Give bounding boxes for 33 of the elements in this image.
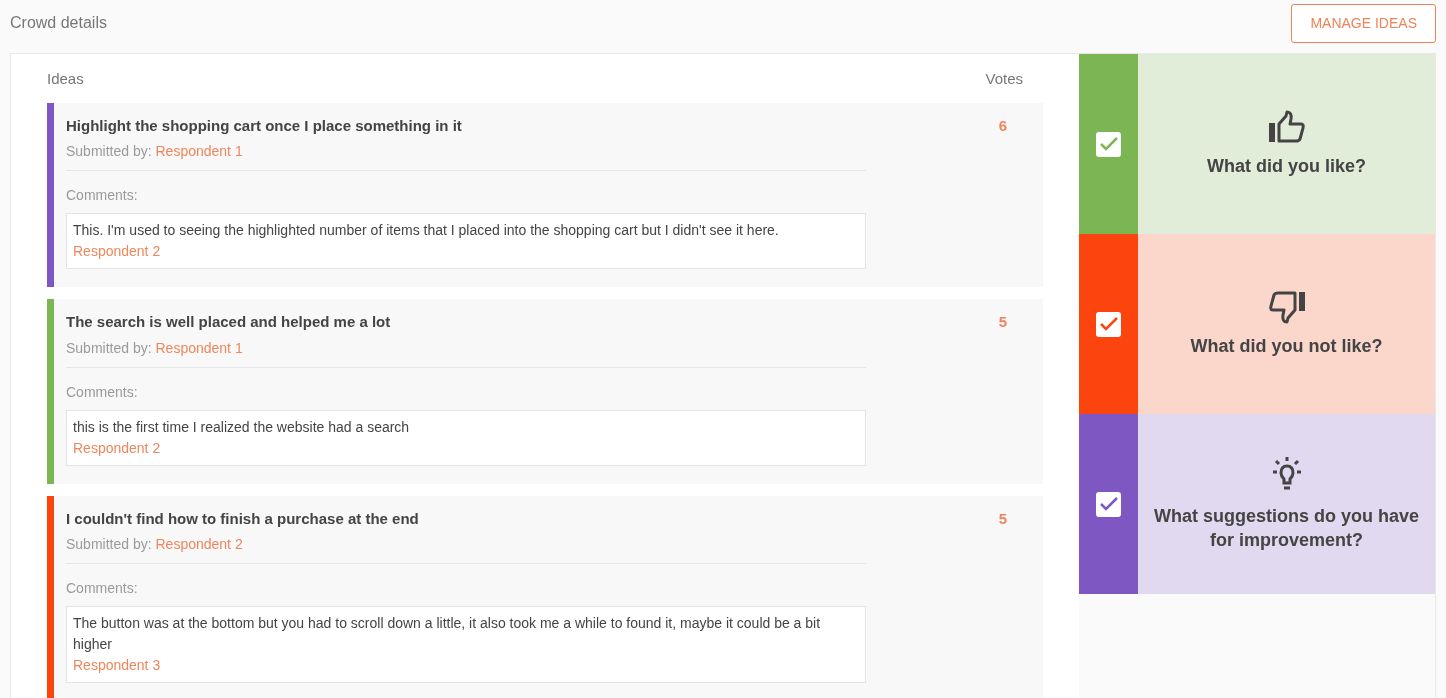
vote-count: 5	[998, 313, 1007, 330]
thumbs-down-icon	[1267, 290, 1306, 324]
manage-ideas-button[interactable]: MANAGE IDEAS	[1291, 4, 1436, 43]
respondent-link[interactable]: Respondent 3	[73, 657, 161, 673]
category-label: What did you not like?	[1190, 335, 1383, 358]
respondent-link[interactable]: Respondent 2	[73, 439, 161, 456]
comments-label: Comments:	[66, 382, 139, 402]
comment-text: this is the first time I realized the website had a search	[73, 417, 411, 437]
page-title: Crowd details	[10, 13, 107, 33]
submitted-label: Submitted by:	[66, 536, 152, 552]
submitted-label: Submitted by:	[66, 339, 152, 356]
column-header: Votes	[985, 69, 1023, 89]
checkbox[interactable]	[1096, 131, 1121, 157]
respondent-link[interactable]: Respondent 1	[155, 143, 243, 159]
comments-label: Comments:	[66, 579, 139, 598]
idea-title: The search is well placed and helped me a lot	[66, 312, 392, 332]
vote-count: 6	[998, 116, 1007, 134]
category-label: What suggestions do you have for improvement?	[1153, 505, 1420, 552]
idea-title: I couldn't find how to finish a purchase at the end	[66, 508, 420, 529]
vote-count: 5	[998, 509, 1007, 527]
thumbs-up-icon	[1267, 110, 1306, 144]
respondent-link[interactable]: Respondent 2	[73, 243, 161, 259]
comment-text: This. I'm used to seeing the highlighted number of items that I placed into the shopping cart but I didn't see it here.	[73, 221, 780, 240]
comment-text: The button was at the bottom but you had to scroll down a little, it also took me a while to found it, maybe it could be a bit higher	[73, 614, 822, 654]
respondent-link[interactable]: Respondent 2	[155, 536, 243, 552]
respondent-link[interactable]: Respondent 1	[155, 339, 243, 356]
submitted-label: Submitted by:	[66, 143, 152, 159]
idea-title: Highlight the shopping cart once I place something in it	[66, 115, 463, 136]
comments-label: Comments:	[66, 186, 139, 205]
column-header: Ideas	[47, 69, 84, 89]
checkbox[interactable]	[1096, 491, 1121, 517]
checkbox[interactable]	[1096, 311, 1121, 337]
category-label: What did you like?	[1207, 155, 1366, 178]
